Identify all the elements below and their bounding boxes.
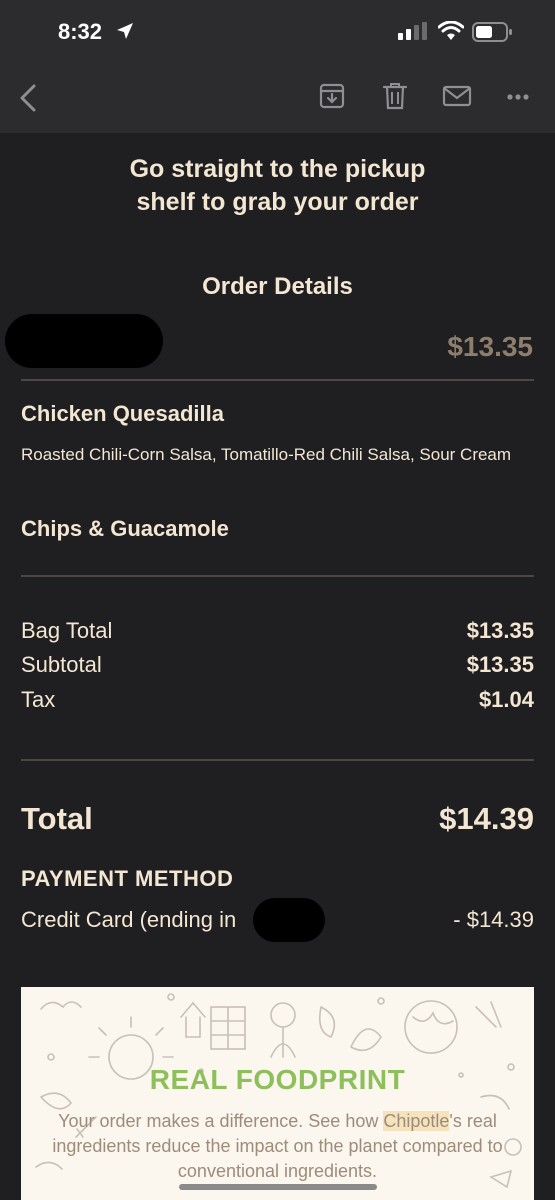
- banner-text-start: Your order makes a difference. See how: [58, 1111, 384, 1131]
- back-chevron-icon[interactable]: [18, 84, 38, 112]
- headline-line-2: shelf to grab your order: [136, 188, 419, 216]
- item-modifiers: Roasted Chili-Corn Salsa, Tomatillo-Red …: [21, 445, 512, 464]
- total-value: $14.39: [439, 801, 534, 836]
- order-details-title: Order Details: [202, 273, 353, 300]
- redaction-mark: [253, 898, 325, 942]
- wifi-icon: [438, 21, 464, 40]
- summary-row-tax: Tax $1.04: [21, 687, 534, 717]
- total-label: Total: [21, 801, 93, 836]
- summary-label: Subtotal: [21, 652, 102, 677]
- archive-icon[interactable]: [318, 82, 346, 110]
- order-price: $13.35: [447, 331, 533, 362]
- divider: [21, 379, 534, 381]
- banner-title: REAL FOODPRINT: [149, 1064, 406, 1095]
- more-icon[interactable]: [506, 93, 530, 101]
- status-time: 8:32: [58, 19, 103, 44]
- banner-text: Your order makes a difference. See how C…: [51, 1109, 504, 1184]
- battery-icon: [472, 22, 512, 42]
- headline-line-1: Go straight to the pickup: [129, 155, 426, 183]
- item-name: Chips & Guacamole: [21, 516, 229, 541]
- payment-card-text: Credit Card (ending in: [21, 907, 237, 932]
- email-body: Go straight to the pickup shelf to grab …: [0, 133, 555, 1200]
- summary-label: Bag Total: [21, 618, 113, 643]
- status-bar: 8:32: [0, 0, 555, 60]
- summary-value: $1.04: [478, 687, 534, 712]
- summary-value: $13.35: [466, 618, 534, 643]
- redaction-mark: [5, 314, 163, 368]
- mail-icon[interactable]: [442, 85, 472, 107]
- trash-icon[interactable]: [382, 82, 408, 110]
- real-foodprint-banner[interactable]: REAL FOODPRINT Your order makes a differ…: [21, 987, 534, 1200]
- cellular-signal-icon: [398, 22, 427, 40]
- summary-label: Tax: [21, 687, 56, 712]
- item-name: Chicken Quesadilla: [21, 401, 224, 426]
- payment-amount: - $14.39: [453, 907, 534, 932]
- home-indicator[interactable]: [179, 1184, 377, 1190]
- payment-method-title: PAYMENT METHOD: [21, 866, 234, 891]
- summary-row-subtotal: Subtotal $13.35: [21, 652, 534, 682]
- location-arrow-icon: [117, 23, 133, 39]
- pickup-headline: Go straight to the pickup shelf to grab …: [0, 153, 555, 219]
- mail-toolbar: [0, 60, 555, 133]
- divider: [21, 575, 534, 577]
- summary-value: $13.35: [466, 652, 534, 677]
- divider: [21, 759, 534, 761]
- banner-text-highlight: Chipotle: [383, 1111, 450, 1131]
- summary-row-bag-total: Bag Total $13.35: [21, 618, 534, 648]
